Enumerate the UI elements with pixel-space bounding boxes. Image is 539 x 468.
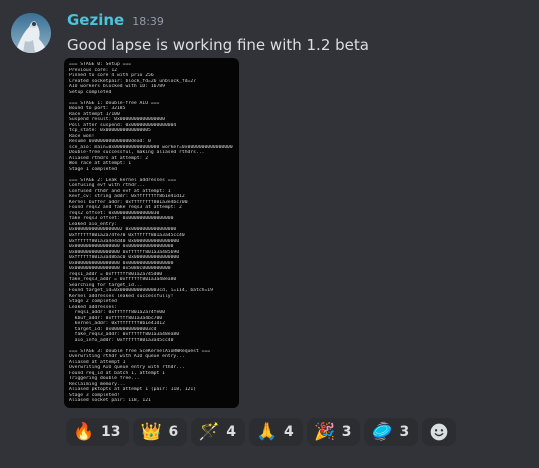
reaction-button[interactable]: 👑 6 xyxy=(133,418,188,446)
magic-wand-icon: 🪄 xyxy=(198,422,220,442)
terminal-output: === STAGE 0: Setup === Previous core: 12 P… xyxy=(64,58,239,404)
flying-disc-icon: 🥏 xyxy=(371,422,394,442)
reaction-count: 3 xyxy=(341,424,352,440)
crown-icon: 👑 xyxy=(140,422,163,442)
reaction-count: 4 xyxy=(226,424,236,440)
reaction-count: 6 xyxy=(168,424,179,440)
reaction-button[interactable]: 🎉 3 xyxy=(306,418,361,446)
folded-hands-icon: 🙏 xyxy=(256,422,278,442)
timestamp[interactable]: 18:39 xyxy=(132,15,164,28)
avatar-image xyxy=(11,13,51,53)
party-popper-icon: 🎉 xyxy=(314,422,336,442)
reaction-button[interactable]: 🔥 13 xyxy=(66,418,130,446)
terminal-line: Aliased socket pair: 118, 121 xyxy=(69,398,151,404)
reaction-count: 4 xyxy=(283,424,294,440)
add-reaction-icon xyxy=(430,423,448,441)
reaction-button[interactable]: 🪄 4 xyxy=(191,418,245,446)
fire-icon: 🔥 xyxy=(73,422,95,442)
reactions-bar: 🔥 13 👑 6 🪄 4 🙏 4 🎉 3 🥏 3 xyxy=(66,418,457,446)
reaction-count: 13 xyxy=(101,424,121,440)
reaction-button[interactable]: 🥏 3 xyxy=(364,418,419,446)
reaction-count: 3 xyxy=(399,424,410,440)
message-text: Good lapse is working fine with 1.2 beta xyxy=(67,36,369,54)
message-header: Gezine 18:39 xyxy=(67,11,164,33)
add-reaction-button[interactable] xyxy=(422,418,457,446)
reaction-button[interactable]: 🙏 4 xyxy=(248,418,303,446)
image-attachment[interactable]: === STAGE 0: Setup === Previous core: 12 P… xyxy=(64,58,239,408)
username[interactable]: Gezine xyxy=(67,11,124,29)
avatar[interactable] xyxy=(11,13,51,53)
